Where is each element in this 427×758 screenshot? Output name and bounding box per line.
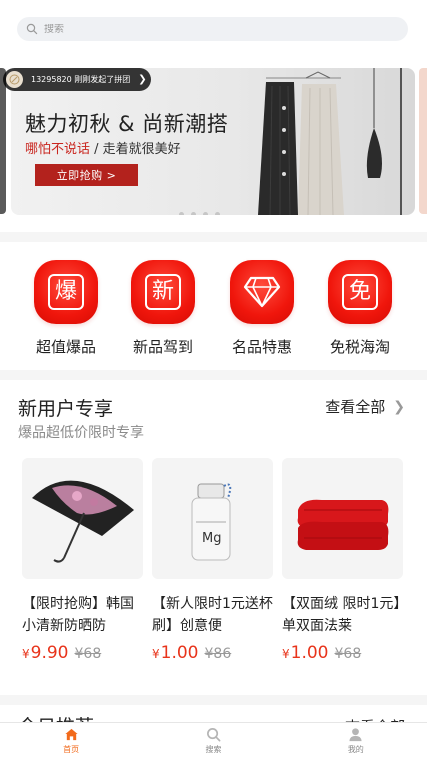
tab-label: 搜索 — [205, 744, 222, 754]
divider — [0, 232, 427, 242]
original-price: ¥86 — [204, 646, 232, 662]
compass-icon — [9, 74, 20, 85]
umbrella-image — [32, 480, 134, 563]
section-title: 新用户专享 — [18, 398, 114, 420]
category-label: 新品驾到 — [132, 338, 193, 356]
banner-subtitle-highlight: 哪怕不说话 — [25, 142, 91, 157]
group-buy-toast[interactable]: 13295820 刚刚发起了拼团 ❯ — [3, 68, 151, 91]
category-brand-deals[interactable]: 名品特惠 — [222, 260, 302, 357]
banner-product-image — [258, 68, 402, 215]
currency-symbol: ¥ — [282, 647, 290, 661]
carousel-dot[interactable] — [191, 212, 196, 215]
currency-symbol: ¥ — [152, 647, 160, 661]
current-price: ¥1.00 — [152, 643, 199, 663]
banner-next-peek[interactable] — [419, 68, 427, 214]
banner-prev-peek[interactable] — [0, 68, 6, 214]
divider — [0, 370, 427, 380]
product-image — [282, 458, 403, 579]
category-explosive-deals[interactable]: 爆 超值爆品 — [26, 260, 106, 357]
product-name: 【双面绒 限时1元】单双面法莱 — [282, 596, 401, 634]
duty-free-icon: 免 — [328, 260, 392, 324]
carousel-dot[interactable] — [179, 212, 184, 215]
carousel-dot[interactable] — [215, 212, 220, 215]
tab-home[interactable]: 首页 — [0, 723, 142, 758]
category-glyph: 新 — [145, 274, 181, 310]
tab-profile[interactable]: 我的 — [285, 723, 427, 758]
product-image: Mg — [152, 458, 273, 579]
price-value: 1.00 — [160, 643, 199, 663]
product-name: 【限时抢购】韩国小清新防晒防 — [22, 596, 134, 634]
price-value: 9.90 — [30, 643, 69, 663]
new-arrival-icon: 新 — [131, 260, 195, 324]
category-glyph: 免 — [342, 274, 378, 310]
view-all-label: 查看全部 — [325, 398, 386, 416]
category-glyph: 爆 — [48, 274, 84, 310]
explosive-deal-icon: 爆 — [34, 260, 98, 324]
product-card[interactable]: 【双面绒 限时1元】单双面法莱 ¥1.00 ¥68 — [282, 458, 403, 663]
diamond-icon — [230, 260, 294, 324]
chevron-right-icon: ❯ — [393, 398, 405, 415]
divider — [0, 695, 427, 705]
svg-text:Mg: Mg — [202, 531, 221, 546]
current-price: ¥1.00 — [282, 643, 329, 663]
currency-symbol: ¥ — [22, 647, 30, 661]
page: 魅力初秋 & 尚新潮搭 哪怕不说话 / 走着就很美好 立即抢购 > — [0, 0, 427, 758]
original-price: ¥68 — [74, 646, 102, 662]
view-all-link[interactable]: 查看全部 ❯ — [325, 396, 405, 417]
buy-now-button[interactable]: 立即抢购 > — [35, 164, 138, 186]
banner-title: 魅力初秋 & 尚新潮搭 — [25, 112, 229, 136]
category-grid: 爆 超值爆品 新 新品驾到 名品特惠 免 免税海淘 — [0, 242, 427, 370]
carousel-dot[interactable] — [203, 212, 208, 215]
product-name: 【新人限时1元送杯刷】创意便 — [152, 596, 273, 634]
search-input[interactable] — [44, 23, 384, 35]
banner-subtitle-rest: / 走着就很美好 — [90, 142, 181, 157]
product-price: ¥1.00 ¥86 — [152, 643, 273, 663]
category-label: 免税海淘 — [329, 338, 390, 356]
tab-label: 我的 — [347, 744, 364, 754]
new-user-section: 新用户专享 爆品超低价限时专享 查看全部 ❯ 【限时抢购】韩国小清新防晒防 ¥9… — [0, 380, 427, 695]
search-bar[interactable] — [17, 17, 408, 41]
category-duty-free[interactable]: 免 免税海淘 — [320, 260, 400, 357]
current-price: ¥9.90 — [22, 643, 69, 663]
product-price: ¥9.90 ¥68 — [22, 643, 143, 663]
category-new-arrivals[interactable]: 新 新品驾到 — [123, 260, 203, 357]
user-icon — [349, 727, 362, 741]
category-label: 名品特惠 — [231, 338, 292, 356]
blanket-image — [297, 499, 389, 550]
original-price: ¥68 — [334, 646, 362, 662]
bottle-image: Mg — [191, 483, 232, 561]
diamond-glyph — [243, 276, 281, 308]
section-subtitle: 爆品超低价限时专享 — [18, 425, 144, 441]
price-value: 1.00 — [290, 643, 329, 663]
carousel-dots — [179, 212, 220, 215]
category-label: 超值爆品 — [35, 338, 96, 356]
avatar — [6, 71, 23, 88]
product-price: ¥1.00 ¥68 — [282, 643, 403, 663]
product-card[interactable]: 【限时抢购】韩国小清新防晒防 ¥9.90 ¥68 — [22, 458, 143, 663]
search-area — [0, 0, 427, 56]
search-icon — [207, 727, 221, 741]
banner-subtitle: 哪怕不说话 / 走着就很美好 — [25, 138, 181, 157]
home-icon — [65, 728, 78, 740]
bottom-tab-bar: 首页 搜索 我的 — [0, 722, 427, 758]
toast-text: 13295820 刚刚发起了拼团 — [31, 75, 131, 84]
product-card[interactable]: Mg 【新人限时1元送杯刷】创意便 ¥1.00 ¥86 — [152, 458, 273, 663]
product-image — [22, 458, 143, 579]
tab-label: 首页 — [63, 744, 80, 754]
search-icon — [26, 23, 38, 35]
tab-search[interactable]: 搜索 — [142, 723, 284, 758]
chevron-right-icon: ❯ — [138, 74, 147, 85]
